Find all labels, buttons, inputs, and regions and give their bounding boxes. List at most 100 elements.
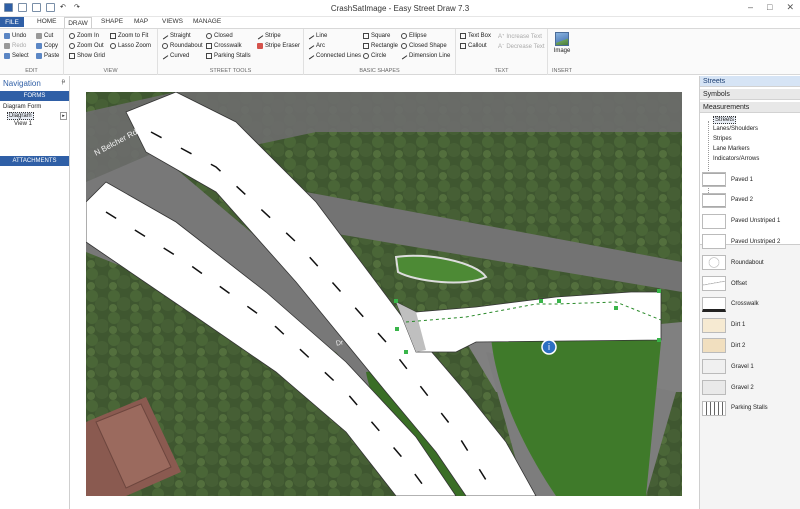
undo-icon [4, 33, 10, 39]
paste-button[interactable]: Paste [36, 53, 59, 59]
ribbon-tabs: FILE HOME DRAW SHAPE MAP VIEWS MANAGE [0, 17, 800, 28]
zoom-out-button[interactable]: Zoom Out [69, 43, 104, 49]
roundabout-button[interactable]: Roundabout [162, 43, 203, 49]
expand-arrow-icon[interactable]: ▸ [60, 112, 67, 120]
tab-manage[interactable]: MANAGE [193, 18, 221, 25]
tab-map[interactable]: MAP [134, 18, 148, 25]
dimension-line-icon [400, 53, 408, 59]
square-button[interactable]: Square [363, 33, 390, 39]
library-item-roundabout[interactable]: Roundabout [702, 254, 798, 271]
closed-shape-button[interactable]: Closed Shape [401, 43, 447, 49]
library-item-gravel-2[interactable]: Gravel 2 [702, 379, 798, 396]
closed-shape-label: Closed Shape [409, 43, 447, 49]
library-item-paved-2[interactable]: Paved 2 [702, 192, 798, 209]
parking-stalls-button[interactable]: Parking Stalls [206, 53, 251, 59]
zoom-in-button[interactable]: Zoom In [69, 33, 99, 39]
swatch-parking-stalls [702, 400, 726, 416]
rectangle-icon [363, 43, 369, 49]
redo-icon [4, 43, 10, 49]
satellite-map-canvas[interactable]: i N Belcher Rd Dr [86, 92, 682, 496]
forms-header[interactable]: FORMS [0, 91, 69, 101]
cut-label: Cut [44, 33, 54, 39]
library-item-paved-unstriped-2[interactable]: Paved Unstriped 2 [702, 233, 798, 250]
swatch-paved-2 [702, 192, 726, 208]
stripe-button[interactable]: Stripe [256, 33, 281, 39]
undo-button[interactable]: Undo [4, 33, 26, 39]
dimension-line-button[interactable]: Dimension Line [400, 53, 450, 59]
show-grid-button[interactable]: Show Grid [69, 53, 105, 59]
zoom-to-fit-button[interactable]: Zoom to Fit [110, 33, 148, 39]
decrease-text-button[interactable]: Aᐨ Decrease Text [498, 43, 545, 51]
lasso-zoom-button[interactable]: Lasso Zoom [110, 43, 151, 49]
callout-button[interactable]: Callout [460, 43, 487, 49]
closed-icon [206, 33, 212, 39]
text-box-button[interactable]: Text Box [460, 33, 491, 39]
select-icon [4, 53, 10, 59]
stripe-eraser-button[interactable]: Stripe Eraser [257, 43, 300, 49]
stripe-icon [256, 33, 264, 39]
rectangle-button[interactable]: Rectangle [363, 43, 398, 49]
curved-button[interactable]: Curved [161, 53, 190, 59]
crosswalk-label: Crosswalk [214, 43, 242, 49]
curved-label: Curved [170, 53, 190, 59]
stripe-eraser-icon [257, 43, 263, 49]
straight-label: Straight [170, 33, 191, 39]
swatch-dirt-1 [702, 317, 726, 333]
library-item-gravel-1[interactable]: Gravel 1 [702, 358, 798, 375]
zoom-in-icon [69, 33, 75, 39]
copy-button[interactable]: Copy [36, 43, 58, 49]
redo-button[interactable]: Redo [4, 43, 26, 49]
tab-shape[interactable]: SHAPE [101, 18, 123, 25]
basic-shapes-group-label: BASIC SHAPES [359, 68, 400, 74]
tab-draw[interactable]: DRAW [64, 17, 92, 28]
tree-diagram[interactable]: Diagram [7, 112, 34, 120]
image-button[interactable]: Image [553, 32, 571, 54]
image-label: Image [553, 48, 571, 54]
copy-icon [36, 43, 42, 49]
select-button[interactable]: Select [4, 53, 29, 59]
swatch-paved-unstriped-1 [702, 213, 726, 229]
tree-diagram-form[interactable]: Diagram Form [3, 104, 41, 110]
crosswalk-button[interactable]: Crosswalk [206, 43, 242, 49]
cut-button[interactable]: Cut [36, 33, 53, 39]
ribbon: Undo Redo Select Cut Copy Paste EDIT Zoo… [0, 28, 800, 75]
map-drawing[interactable]: i [86, 92, 682, 496]
tab-home[interactable]: HOME [37, 18, 57, 25]
grid-icon [69, 53, 75, 59]
pin-icon[interactable]: ᵽ [62, 79, 65, 85]
ellipse-button[interactable]: Ellipse [401, 33, 427, 39]
tab-file[interactable]: FILE [0, 17, 24, 27]
library-item-label: Paved 2 [731, 197, 754, 204]
closed-button[interactable]: Closed [206, 33, 233, 39]
library-item-label: Offset [731, 280, 747, 287]
library-item-label: Dirt 2 [731, 342, 746, 349]
swatch-paved-1 [702, 172, 726, 187]
connected-lines-button[interactable]: Connected Lines [307, 53, 361, 59]
library-item-paved-1[interactable]: Paved 1 [702, 171, 798, 188]
straight-button[interactable]: Straight [161, 33, 191, 39]
library-item-offset[interactable]: Offset [702, 275, 798, 292]
show-grid-label: Show Grid [77, 53, 106, 59]
title-bar: ↶ ↷ CrashSatImage - Easy Street Draw 7.3… [0, 0, 800, 17]
attachments-header[interactable]: ATTACHMENTS [0, 156, 69, 166]
increase-text-label: Increase Text [506, 33, 542, 40]
tree-view-1[interactable]: View 1 [14, 121, 32, 127]
callout-label: Callout [468, 43, 487, 49]
library-item-dirt-2[interactable]: Dirt 2 [702, 337, 798, 354]
stripe-label: Stripe [265, 33, 281, 39]
rectangle-label: Rectangle [371, 43, 399, 49]
library-item-dirt-1[interactable]: Dirt 1 [702, 317, 798, 334]
view-group-label: VIEW [103, 68, 118, 74]
arc-button[interactable]: Arc [307, 43, 325, 49]
tab-views[interactable]: VIEWS [162, 18, 183, 25]
increase-text-button[interactable]: Aᐩ Increase Text [498, 33, 542, 41]
library-item-parking-stalls[interactable]: Parking Stalls [702, 400, 798, 417]
library-item-label: Paved Unstriped 1 [731, 218, 781, 225]
circle-button[interactable]: Circle [363, 53, 386, 59]
library-item-paved-unstriped-1[interactable]: Paved Unstriped 1 [702, 213, 798, 230]
svg-text:i: i [548, 343, 551, 353]
library-item-crosswalk[interactable]: Crosswalk [702, 296, 798, 313]
image-icon [555, 32, 569, 46]
line-button[interactable]: Line [307, 33, 327, 39]
straight-icon [161, 33, 169, 39]
